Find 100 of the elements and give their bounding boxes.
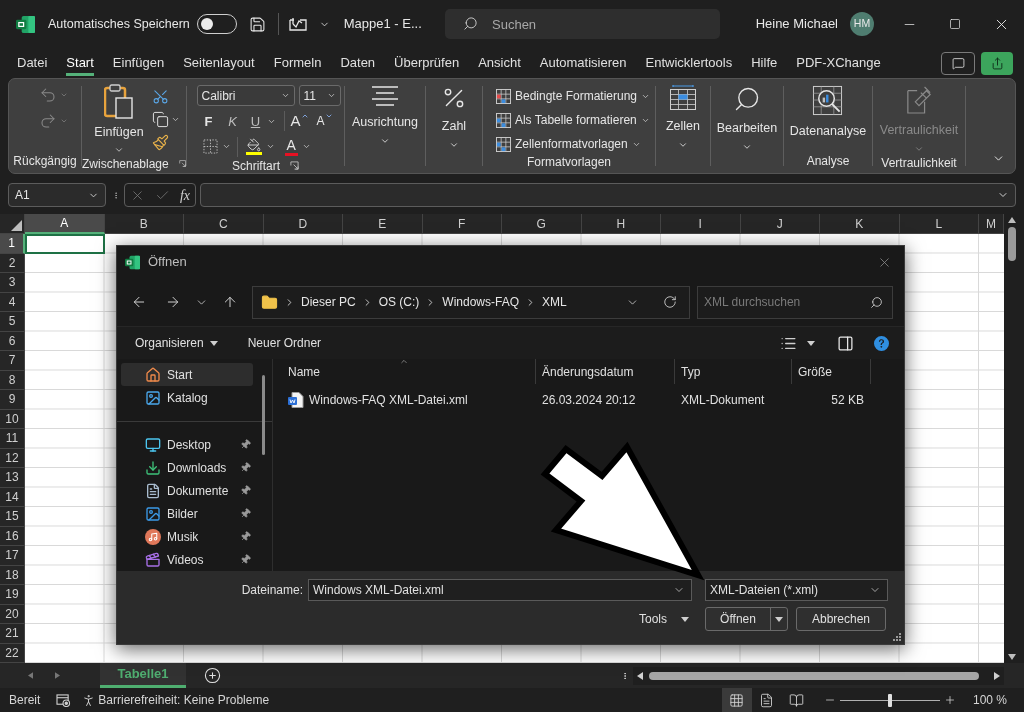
frame-gesture-icon[interactable] xyxy=(288,17,307,31)
corner-arrow-icon[interactable] xyxy=(178,159,186,169)
maximize-icon[interactable] xyxy=(949,18,961,30)
save-icon[interactable] xyxy=(248,15,266,33)
corner-triangle-icon[interactable] xyxy=(11,220,22,231)
ribbon-tab[interactable]: Entwicklertools xyxy=(645,50,733,76)
scroll-left-icon[interactable] xyxy=(637,671,643,680)
search-field[interactable]: Suchen xyxy=(445,9,720,39)
zoom-in-icon[interactable] xyxy=(943,694,956,706)
forward-icon[interactable] xyxy=(165,294,181,310)
number-format-button[interactable]: Zahl xyxy=(437,81,471,171)
bold-button[interactable]: F xyxy=(196,111,221,131)
ribbon-tab[interactable]: Hilfe xyxy=(751,50,778,76)
ribbon-tab[interactable]: Seitenlayout xyxy=(183,50,255,76)
name-box[interactable]: A1 xyxy=(8,183,106,207)
ribbon-tab[interactable]: Datei xyxy=(17,50,48,76)
selected-cell[interactable] xyxy=(25,234,105,254)
back-icon[interactable] xyxy=(131,294,147,310)
sheet-tab[interactable]: Tabelle1 xyxy=(100,663,186,688)
navigation-item[interactable]: Dokumente xyxy=(121,479,253,502)
scissors-icon[interactable] xyxy=(151,88,169,105)
dotted-grid-icon[interactable] xyxy=(202,139,218,154)
ribbon-tab[interactable]: Überprüfen xyxy=(394,50,460,76)
tools-button[interactable]: Tools xyxy=(639,610,689,628)
ribbon-tab[interactable]: Automatisieren xyxy=(539,50,627,76)
caret-icon[interactable] xyxy=(807,340,815,346)
column-heading[interactable]: Typ xyxy=(675,359,792,384)
column-heading[interactable]: Name xyxy=(273,359,536,384)
paint-bucket-icon[interactable] xyxy=(245,138,262,155)
file-type-select[interactable]: XML-Dateien (*.xml) xyxy=(705,579,888,601)
zoom-level[interactable]: 100 % xyxy=(972,691,1007,709)
column-header[interactable]: A xyxy=(25,214,105,234)
insert-function-button[interactable]: fx xyxy=(179,184,190,206)
navigation-item[interactable]: Start xyxy=(121,363,253,386)
data-analysis-button[interactable]: Datenanalyse xyxy=(785,81,871,151)
grow-font-button[interactable]: A xyxy=(290,110,301,133)
paintbrush-icon[interactable] xyxy=(151,134,169,151)
font-size-select[interactable]: 11 xyxy=(298,85,341,106)
breadcrumb-item[interactable]: OS (C:) xyxy=(378,293,420,311)
font-color-button[interactable]: A xyxy=(284,137,298,156)
column-heading[interactable]: Änderungsdatum xyxy=(536,359,675,384)
next-sheet-icon[interactable] xyxy=(55,672,60,679)
scroll-down-icon[interactable] xyxy=(1008,654,1016,660)
accessibility-status[interactable]: Barrierefreiheit: Keine Probleme xyxy=(98,691,270,709)
address-bar[interactable]: Dieser PC OS (C:) Windows-FAQ XML xyxy=(252,285,690,319)
shrink-font-button[interactable]: A xyxy=(316,112,325,131)
styles-menu-button[interactable]: Bedingte Formatierung xyxy=(495,87,651,105)
scroll-up-icon[interactable] xyxy=(1008,217,1016,223)
alignment-button[interactable]: Ausrichtung xyxy=(348,81,422,171)
navigation-item[interactable]: Bilder xyxy=(121,502,253,525)
font-name-select[interactable]: Calibri xyxy=(196,85,295,106)
scrollbar-thumb[interactable] xyxy=(649,671,979,680)
share-button[interactable] xyxy=(981,51,1013,75)
open-button[interactable]: Öffnen xyxy=(705,607,788,631)
new-folder-button[interactable]: Neuer Ordner xyxy=(247,334,322,352)
cancel-button[interactable]: Abbrechen xyxy=(796,607,886,631)
file-row[interactable]: Windows-FAQ XML-Datei.xml 26.03.2024 20:12 XML-Dokument 52 KB xyxy=(273,389,904,411)
formula-input[interactable] xyxy=(200,183,1016,207)
add-sheet-icon[interactable] xyxy=(204,667,221,684)
underline-button[interactable]: U xyxy=(244,111,267,131)
view-button[interactable] xyxy=(721,688,752,712)
navigation-item[interactable]: Musik xyxy=(121,525,253,548)
previous-sheet-icon[interactable] xyxy=(28,672,33,679)
italic-button[interactable]: K xyxy=(220,111,245,131)
resize-grip-icon[interactable] xyxy=(893,633,901,641)
editing-button[interactable]: Bearbeiten xyxy=(712,81,782,171)
zoom-slider-thumb[interactable] xyxy=(887,693,892,707)
navigation-item[interactable]: Katalog xyxy=(121,386,253,409)
copy-icon[interactable] xyxy=(151,111,169,128)
ribbon-tab[interactable]: Ansicht xyxy=(478,50,521,76)
comments-button[interactable] xyxy=(941,51,975,75)
paste-button[interactable]: Einfügen xyxy=(94,84,144,155)
help-icon[interactable] xyxy=(874,335,889,351)
styles-menu-button[interactable]: Als Tabelle formatieren xyxy=(495,111,651,129)
row-header[interactable]: 1 xyxy=(0,234,25,254)
corner-arrow-icon[interactable] xyxy=(290,161,299,170)
ribbon-tab[interactable]: Einfügen xyxy=(112,50,165,76)
cells-button[interactable]: Zellen xyxy=(661,81,704,171)
file-name-field[interactable]: Windows XML-Datei.xml xyxy=(308,579,692,601)
navigation-item[interactable]: Videos xyxy=(121,548,253,571)
scroll-right-icon[interactable] xyxy=(994,671,1000,680)
column-heading[interactable]: Größe xyxy=(792,359,871,384)
side-panel-icon[interactable] xyxy=(837,334,854,352)
folder-search-field[interactable]: XML durchsuchen xyxy=(697,285,893,319)
navigation-scrollbar-thumb[interactable] xyxy=(262,375,265,455)
ribbon-tab[interactable]: Formeln xyxy=(273,50,322,76)
organize-button[interactable]: Organisieren xyxy=(135,334,218,352)
styles-menu-button[interactable]: Zellenformatvorlagen xyxy=(495,135,651,153)
navigation-item[interactable]: Downloads xyxy=(121,456,253,479)
breadcrumb-item[interactable]: XML xyxy=(542,293,567,311)
breadcrumb-item[interactable]: Dieser PC xyxy=(301,293,356,311)
record-window-icon[interactable] xyxy=(56,693,72,707)
ribbon-tab[interactable]: PDF-XChange xyxy=(796,50,881,76)
refresh-icon[interactable] xyxy=(663,295,677,309)
user-avatar[interactable]: HM xyxy=(850,12,874,36)
breadcrumb-item[interactable]: Windows-FAQ xyxy=(442,293,520,311)
up-arrow-icon[interactable] xyxy=(222,294,238,310)
navigation-item[interactable]: Desktop xyxy=(121,433,253,456)
scrollbar-thumb[interactable] xyxy=(1008,227,1016,261)
ribbon-tab[interactable]: Daten xyxy=(340,50,376,76)
